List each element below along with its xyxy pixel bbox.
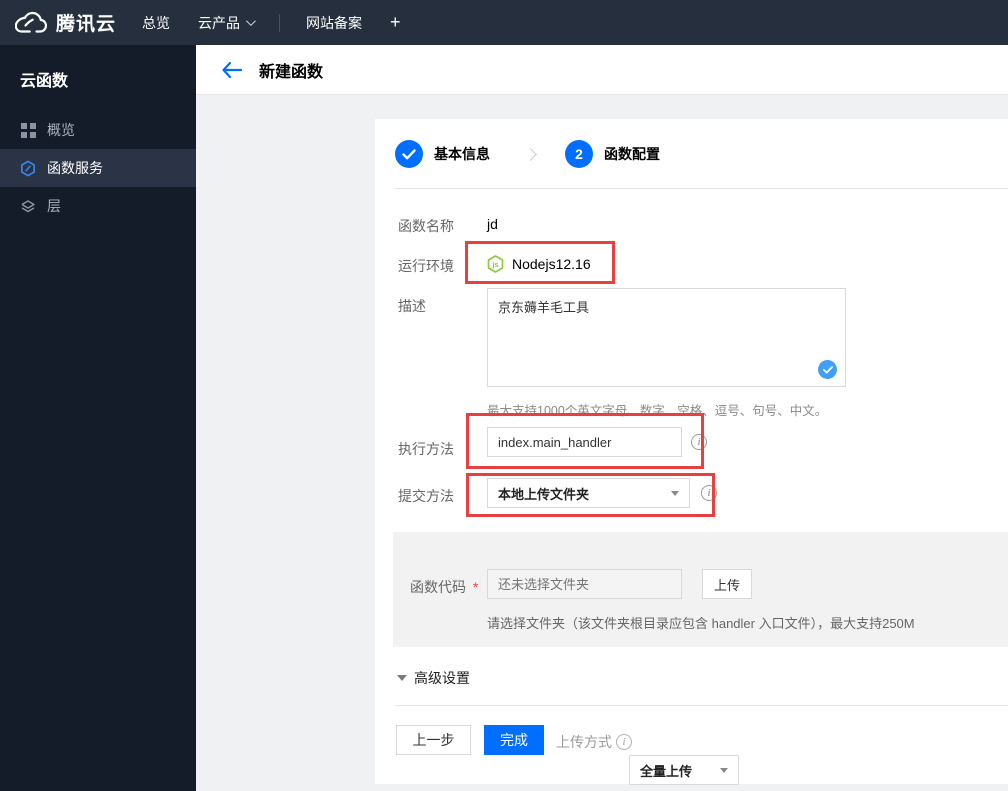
code-hint: 请选择文件夹（该文件夹根目录应包含 handler 入口文件），最大支持250M [487,616,915,631]
runtime-value: Nodejs12.16 [512,256,591,272]
page-header: 新建函数 [196,45,1008,95]
sidebar-item-function-service[interactable]: 函数服务 [0,149,196,187]
divider [395,188,1008,189]
caret-down-icon [720,768,728,773]
nav-item-overview[interactable]: 总览 [128,13,184,33]
upload-mode-value: 全量上传 [640,763,693,779]
handler-label: 执行方法 [398,441,454,457]
back-arrow-icon[interactable] [222,61,242,78]
description-field-wrap: 京东薅羊毛工具 [487,288,846,387]
triangle-down-icon [397,675,407,681]
sidebar-title: 云函数 [20,73,69,90]
submit-method-select[interactable]: 本地上传文件夹 [487,478,690,508]
nav-item-website-icp[interactable]: 网站备案 [292,13,376,33]
tencent-cloud-logo[interactable]: 腾讯云 [0,9,128,36]
sidebar-item-overview[interactable]: 概览 [0,111,196,149]
code-folder-field-wrap [487,569,682,599]
step1-done-check-icon [395,140,423,168]
sidebar-item-label: 概览 [47,122,75,138]
chevron-down-icon [245,16,256,27]
function-name-label: 函数名称 [398,218,454,234]
step1-label: 基本信息 [434,146,490,162]
submit-method-label: 提交方法 [398,488,454,504]
finish-button[interactable]: 完成 [484,725,544,755]
brand-name: 腾讯云 [56,14,117,35]
runtime-value-row: js Nodejs12.16 [487,255,591,273]
nodejs-icon: js [487,255,504,273]
sidebar: 云函数 概览 函数服务 层 [0,45,196,791]
add-nav-tab-button[interactable]: + [376,12,415,33]
new-function-form-card: 基本信息 2 函数配置 函数名称 jd 运行环境 js Nodejs12.16 … [375,119,1008,785]
top-nav-menu: 总览 云产品 网站备案 + [128,12,415,33]
handler-info-icon[interactable]: i [691,434,707,450]
step2-number-badge: 2 [565,140,593,168]
code-folder-input [487,569,682,599]
divider [395,705,1008,706]
step-chevron-icon [524,147,537,161]
layers-icon [20,198,36,214]
grid-icon [20,122,36,138]
function-hexagon-icon [20,160,36,176]
nav-separator [279,13,280,32]
sidebar-item-layers[interactable]: 层 [0,187,196,225]
advanced-settings-toggle[interactable]: 高级设置 [397,668,470,688]
handler-input[interactable] [487,427,682,457]
step2-label: 函数配置 [604,146,660,162]
page-title: 新建函数 [259,63,324,81]
nav-item-cloud-products[interactable]: 云产品 [184,13,267,33]
valid-check-icon [818,360,837,379]
sidebar-item-label: 层 [47,198,61,214]
advanced-settings-label: 高级设置 [414,670,470,686]
upload-mode-info-icon[interactable]: i [616,734,632,750]
function-code-label: 函数代码 * [410,579,479,595]
handler-field-wrap [487,427,682,457]
upload-mode-label-row: 上传方式 i [556,732,632,752]
upload-button[interactable]: 上传 [702,569,752,599]
submit-method-value: 本地上传文件夹 [498,486,590,502]
function-code-section: 函数代码 * 上传 请选择文件夹（该文件夹根目录应包含 handler 入口文件… [393,532,1008,647]
description-label: 描述 [398,298,426,314]
svg-text:js: js [491,260,498,269]
upload-mode-select[interactable]: 全量上传 [629,755,739,785]
caret-down-icon [671,491,679,496]
required-asterisk: * [472,579,479,595]
step-indicator: 基本信息 2 函数配置 [395,140,660,168]
runtime-label: 运行环境 [398,258,454,274]
description-hint: 最大支持1000个英文字母、数字、空格、逗号、句号、中文。 [487,404,828,418]
submit-method-info-icon[interactable]: i [701,485,717,501]
description-textarea[interactable]: 京东薅羊毛工具 [488,289,845,386]
function-name-value: jd [487,216,498,232]
cloud-logo-icon [15,11,47,34]
sidebar-item-label: 函数服务 [47,160,103,176]
previous-step-button[interactable]: 上一步 [396,725,471,755]
top-navbar: 腾讯云 总览 云产品 网站备案 + [0,0,1008,45]
